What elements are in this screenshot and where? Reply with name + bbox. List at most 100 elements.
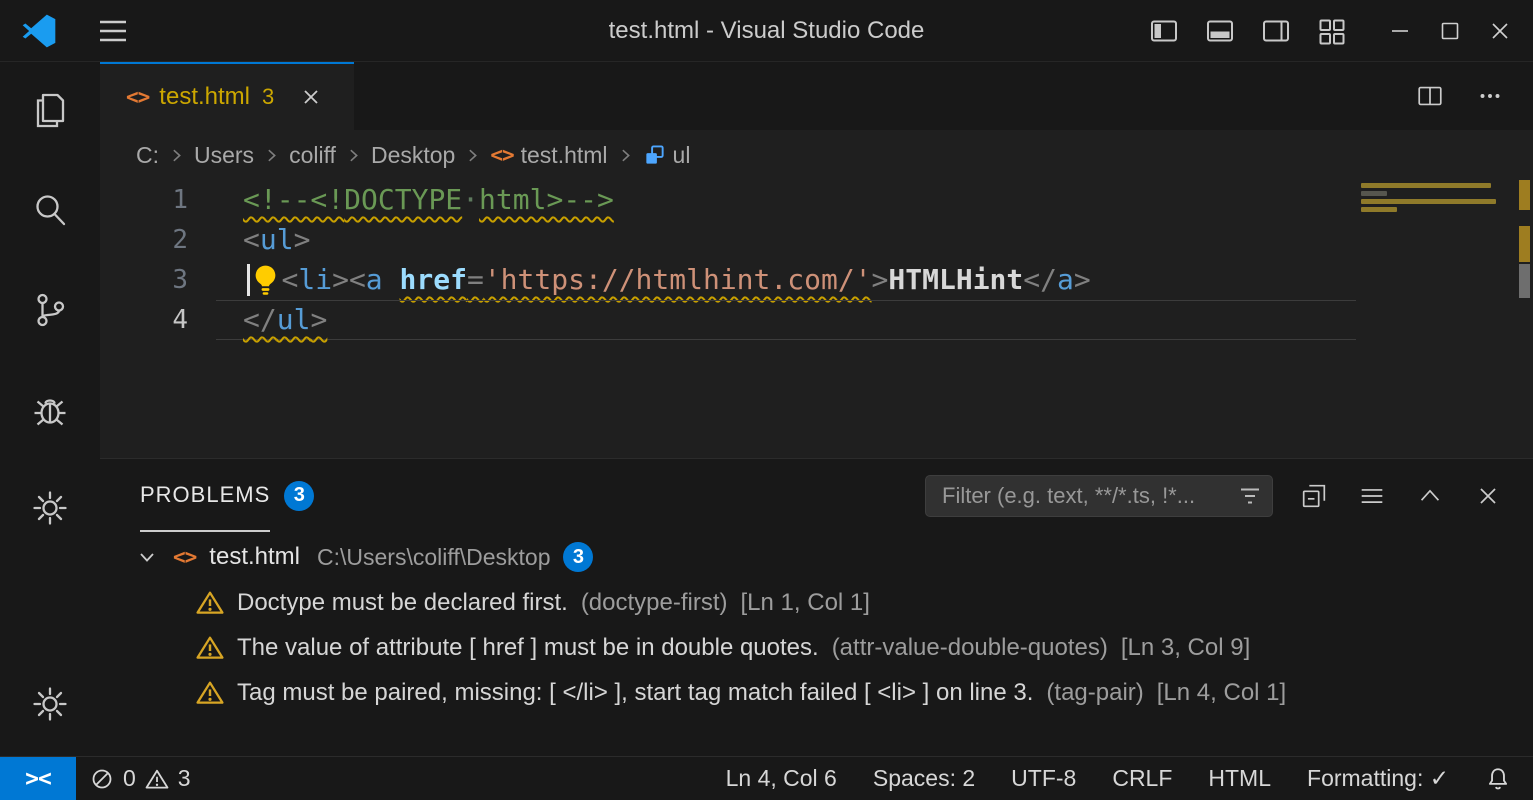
minimap-line-mark — [1361, 191, 1387, 196]
editor[interactable]: 1<!--<!DOCTYPE·html>-->2<ul>3<li><a href… — [100, 180, 1533, 458]
code-token: ul — [260, 223, 294, 256]
problem-row[interactable]: Tag must be paired, missing: [ </li> ], … — [100, 670, 1533, 715]
chevron-right-icon — [617, 147, 634, 164]
status-eol[interactable]: CRLF — [1112, 765, 1172, 792]
tab-test-html[interactable]: <> test.html 3 — [100, 62, 354, 130]
tab-problems-badge: 3 — [262, 84, 274, 110]
code-token: 'https://htmlhint.com/' — [484, 263, 872, 296]
warning-icon — [145, 768, 169, 790]
status-indentation[interactable]: Spaces: 2 — [873, 765, 975, 792]
status-formatting[interactable]: Formatting: ✓ — [1307, 765, 1449, 792]
status-language-mode[interactable]: HTML — [1208, 765, 1271, 792]
close-panel-icon[interactable] — [1473, 481, 1503, 511]
split-editor-icon[interactable] — [1415, 81, 1445, 111]
collapse-all-icon[interactable] — [1299, 481, 1329, 511]
text-cursor — [247, 264, 250, 296]
warning-icon — [196, 680, 224, 705]
problem-location: [Ln 1, Col 1] — [741, 589, 870, 617]
line-number[interactable]: 4 — [100, 300, 216, 340]
problems-file-group[interactable]: <> test.html C:\Users\coliff\Desktop 3 — [100, 534, 1533, 580]
breadcrumb-label: test.html — [521, 142, 608, 169]
status-encoding[interactable]: UTF-8 — [1011, 765, 1076, 792]
html-file-icon: <> — [173, 545, 196, 569]
code-token: </ — [243, 303, 277, 336]
main: <> test.html 3 C:UserscoliffDeskto — [0, 62, 1533, 756]
overview-ruler-mark — [1519, 264, 1530, 298]
code-token: > — [310, 303, 327, 336]
html-file-icon: <> — [490, 143, 513, 167]
breadcrumb-label: coliff — [289, 142, 336, 169]
code-line-content[interactable]: </ul> — [216, 300, 1356, 340]
code-token: > — [294, 223, 311, 256]
status-cursor-position[interactable]: Ln 4, Col 6 — [726, 765, 837, 792]
toggle-panel-icon[interactable] — [1203, 14, 1237, 48]
customize-layout-icon[interactable] — [1315, 14, 1349, 48]
minimize-button[interactable] — [1383, 14, 1417, 48]
problems-tab-label: PROBLEMS — [140, 459, 270, 532]
menu-icon[interactable] — [96, 14, 130, 48]
status-bar: >< 0 3 Ln 4, Col 6 Spaces: 2 UTF-8 CRLF HTML… — [0, 756, 1533, 800]
tab-close-icon[interactable] — [298, 84, 324, 110]
line-number[interactable]: 1 — [100, 180, 216, 220]
lightbulb-icon[interactable] — [252, 263, 279, 296]
tab-problems[interactable]: PROBLEMS 3 — [140, 459, 314, 532]
breadcrumb-item[interactable]: <> test.html — [490, 142, 607, 169]
editor-tab-bar: <> test.html 3 — [100, 62, 1533, 130]
search-icon[interactable] — [28, 188, 72, 232]
problem-location: [Ln 3, Col 9] — [1121, 634, 1250, 662]
problem-rule: (doctype-first) — [581, 589, 728, 617]
code-token: <!--<! — [243, 183, 344, 216]
breadcrumb-item[interactable]: coliff — [289, 142, 336, 169]
more-actions-icon[interactable] — [1475, 81, 1505, 111]
breadcrumb-item[interactable]: Users — [194, 142, 254, 169]
problem-location: [Ln 4, Col 1] — [1157, 679, 1286, 707]
problem-rule: (attr-value-double-quotes) — [832, 634, 1108, 662]
window-title: test.html - Visual Studio Code — [609, 17, 925, 45]
settings-gear-icon[interactable] — [28, 682, 72, 726]
code-lines: 1<!--<!DOCTYPE·html>-->2<ul>3<li><a href… — [100, 180, 1533, 340]
breadcrumb-label: Desktop — [371, 142, 455, 169]
gear-icon[interactable] — [28, 486, 72, 530]
error-count: 0 — [123, 765, 136, 792]
toggle-primary-sidebar-icon[interactable] — [1147, 14, 1181, 48]
line-number[interactable]: 3 — [100, 260, 216, 300]
toggle-secondary-sidebar-icon[interactable] — [1259, 14, 1293, 48]
breadcrumb-item[interactable]: C: — [136, 142, 159, 169]
explorer-icon[interactable] — [28, 88, 72, 132]
code-token: </ — [1023, 263, 1057, 296]
line-number[interactable]: 2 — [100, 220, 216, 260]
problems-file-name: test.html — [209, 543, 300, 571]
problem-row[interactable]: Doctype must be declared first. (doctype-… — [100, 580, 1533, 625]
problem-row[interactable]: The value of attribute [ href ] must be … — [100, 625, 1533, 670]
code-line-content[interactable]: <li><a href='https://htmlhint.com/'>HTML… — [216, 260, 1356, 300]
run-debug-bug-icon[interactable] — [28, 388, 72, 432]
notifications-bell-icon[interactable] — [1485, 766, 1511, 792]
source-control-icon[interactable] — [28, 288, 72, 332]
chevron-right-icon — [168, 147, 185, 164]
close-button[interactable] — [1483, 14, 1517, 48]
chevron-right-icon — [263, 147, 280, 164]
code-token: = — [467, 263, 484, 296]
problem-rule: (tag-pair) — [1046, 679, 1143, 707]
remote-indicator[interactable]: >< — [0, 757, 76, 800]
problem-message: Doctype must be declared first. — [237, 589, 568, 617]
problems-filter — [925, 475, 1273, 517]
breadcrumb-item[interactable]: Desktop — [371, 142, 455, 169]
breadcrumb-item[interactable]: ul — [643, 142, 691, 169]
chevron-down-icon[interactable] — [134, 544, 160, 570]
editor-actions — [1415, 62, 1533, 130]
filter-icon[interactable] — [1238, 484, 1262, 508]
code-line-content[interactable]: <!--<!DOCTYPE·html>--> — [216, 180, 1356, 220]
status-problems[interactable]: 0 3 — [90, 765, 191, 792]
code-line-content[interactable]: <ul> — [216, 220, 1356, 260]
filter-input[interactable] — [940, 482, 1230, 510]
maximize-panel-chevron-up-icon[interactable] — [1415, 481, 1445, 511]
maximize-button[interactable] — [1433, 14, 1467, 48]
view-as-list-icon[interactable] — [1357, 481, 1387, 511]
code-token: href — [400, 263, 467, 296]
chevron-right-icon — [345, 147, 362, 164]
minimap[interactable] — [1359, 180, 1505, 458]
minimap-line-mark — [1361, 183, 1491, 188]
html-file-icon: <> — [126, 85, 149, 109]
activity-bar — [0, 62, 100, 756]
